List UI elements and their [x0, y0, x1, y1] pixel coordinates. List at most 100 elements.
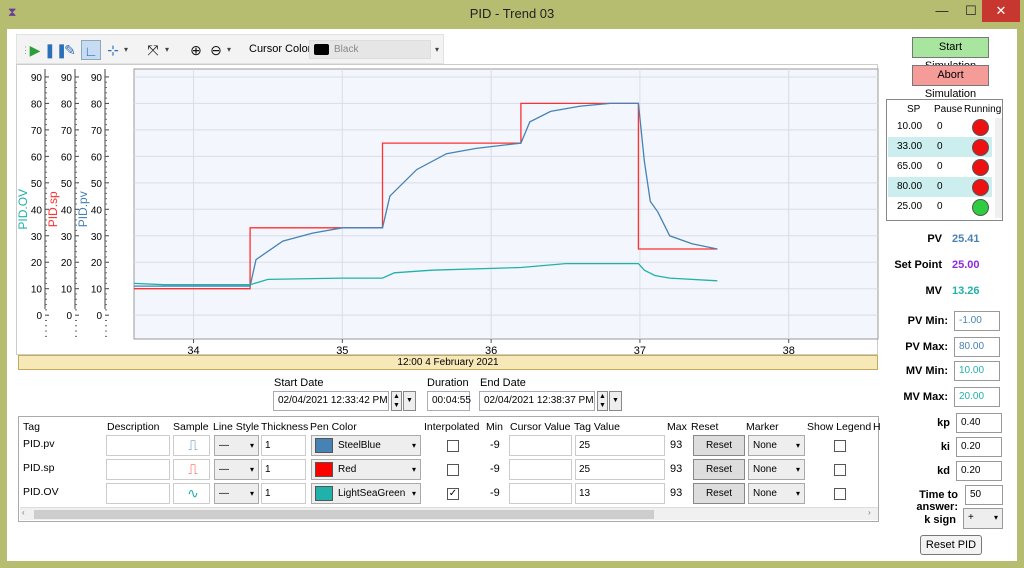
grid-horizontal-scrollbar[interactable]: ‹ › [20, 507, 878, 520]
zoom-dropdown-icon[interactable]: ▾ [225, 40, 233, 60]
sp-row[interactable]: 80.00 0 [888, 177, 992, 197]
description-cell[interactable] [106, 435, 170, 456]
thickness-input[interactable]: 1 [261, 435, 306, 456]
column-header[interactable]: Marker [746, 421, 779, 433]
description-cell[interactable] [106, 459, 170, 480]
start-date-spinner[interactable]: ▲ ▼ [391, 391, 402, 411]
column-header[interactable]: Pen Color [310, 421, 357, 433]
pen-color-select[interactable]: LightSeaGreen ▾ [311, 483, 421, 504]
crosshair-icon[interactable]: ⊹ [104, 40, 122, 60]
end-date-dropdown[interactable]: ▼ [609, 391, 622, 411]
kd-input[interactable]: 0.20 [956, 461, 1002, 481]
sp-row[interactable]: 25.00 0 [888, 197, 992, 217]
column-header[interactable]: Thickness [261, 421, 308, 433]
trend-chart[interactable]: 34 35 36 37 389080706050403020100PID.OV90807… [17, 65, 879, 356]
column-header[interactable]: Tag Value [574, 421, 620, 433]
column-header[interactable]: Interpolated [424, 421, 479, 433]
mv-max-input[interactable]: 20.00 [954, 387, 1000, 407]
sample-cell: ∿ [173, 483, 210, 504]
k-sign-value: + [968, 512, 974, 523]
interpolated-checkbox[interactable]: ✓ [447, 488, 459, 500]
scroll-right-icon[interactable]: › [868, 508, 871, 517]
line-style-select[interactable]: — ▾ [214, 459, 259, 480]
interpolated-checkbox[interactable] [447, 440, 459, 452]
reset-scale-button[interactable]: Reset Scale [693, 435, 745, 470]
y-axis-title: PID.OV [17, 189, 30, 230]
description-cell[interactable] [106, 483, 170, 504]
column-header[interactable]: Sample [173, 421, 209, 433]
end-date-spinner[interactable]: ▲ ▼ [597, 391, 608, 411]
pen-color-select[interactable]: Red ▾ [311, 459, 421, 480]
reset-scale-button[interactable]: Reset Scale [693, 459, 745, 494]
end-date-field[interactable]: 02/04/2021 12:38:37 PM [479, 391, 595, 411]
column-header[interactable]: Line Style [213, 421, 259, 433]
line-style-value: — [219, 464, 229, 475]
cursor-icon[interactable]: ∟ [81, 40, 101, 60]
zoom-in-icon[interactable]: ⊕ [187, 40, 205, 60]
y-tick-label: 90 [31, 73, 43, 84]
toolbar-overflow-icon[interactable]: ▾ [433, 40, 441, 60]
kp-input[interactable]: 0.40 [956, 413, 1002, 433]
thickness-input[interactable]: 1 [261, 483, 306, 504]
reset-scale-button[interactable]: Reset Scale [693, 483, 745, 518]
interpolated-checkbox[interactable] [447, 464, 459, 476]
time-to-answer-input[interactable]: 50 [965, 485, 1003, 505]
duration-field[interactable]: 00:04:55 [427, 391, 471, 411]
fit-dropdown-icon[interactable]: ▾ [163, 40, 171, 60]
pv-max-input[interactable]: 80.00 [954, 337, 1000, 357]
pv-min-input[interactable]: -1.00 [954, 311, 1000, 331]
show-legend-checkbox[interactable] [834, 488, 846, 500]
show-legend-checkbox[interactable] [834, 464, 846, 476]
column-header[interactable]: Description [107, 421, 160, 433]
column-header[interactable]: Cursor Value [510, 421, 571, 433]
y-tick-label: 30 [31, 232, 43, 243]
ki-input[interactable]: 0.20 [956, 437, 1002, 457]
scroll-thumb[interactable] [34, 510, 654, 519]
column-header[interactable]: H [873, 421, 881, 433]
column-header[interactable]: Tag [23, 421, 40, 433]
sp-table-scrollbar[interactable] [995, 118, 1002, 218]
pen-color-swatch [315, 462, 333, 477]
mv-min-input[interactable]: 10.00 [954, 361, 1000, 381]
pen-color-select[interactable]: SteelBlue ▾ [311, 435, 421, 456]
k-sign-select[interactable]: + ▾ [963, 508, 1003, 529]
sp-row[interactable]: 10.00 0 [888, 117, 992, 137]
start-simulation-button[interactable]: Start Simulation [912, 37, 989, 72]
line-style-select[interactable]: — ▾ [214, 435, 259, 456]
abort-simulation-button[interactable]: Abort Simulation [912, 65, 989, 100]
row-tag: PID.pv [23, 438, 55, 450]
y-tick-label: 40 [61, 205, 73, 216]
pen-color-name: Red [338, 464, 357, 475]
start-date-field[interactable]: 02/04/2021 12:33:42 PM [273, 391, 389, 411]
column-header[interactable]: Max [667, 421, 687, 433]
sp-row[interactable]: 33.00 0 [888, 137, 992, 157]
reset-pid-button[interactable]: Reset PID [920, 535, 982, 555]
fit-icon[interactable]: ⤧ [143, 40, 163, 60]
line-style-select[interactable]: — ▾ [214, 483, 259, 504]
marker-select[interactable]: None ▾ [748, 435, 805, 456]
close-button[interactable]: ✕ [982, 0, 1020, 22]
marker-select[interactable]: None ▾ [748, 483, 805, 504]
play-icon[interactable]: ▶ [27, 40, 43, 60]
minimize-button[interactable]: — [927, 0, 957, 22]
zoom-out-icon[interactable]: ⊖ [207, 40, 225, 60]
column-header[interactable]: Reset [691, 421, 718, 433]
pen-color-name: LightSeaGreen [338, 488, 406, 499]
plot-area[interactable] [133, 68, 879, 340]
pen-icon[interactable]: ✎ [62, 40, 78, 60]
show-legend-checkbox[interactable] [834, 440, 846, 452]
ki-label: ki [940, 441, 950, 453]
cursor-color-select[interactable]: Black [309, 40, 431, 59]
sp-row[interactable]: 65.00 0 [888, 157, 992, 177]
start-date-dropdown[interactable]: ▼ [403, 391, 416, 411]
thickness-input[interactable]: 1 [261, 459, 306, 480]
marker-select[interactable]: None ▾ [748, 459, 805, 480]
y-tick-label: 80 [31, 99, 43, 110]
column-header[interactable]: Min [486, 421, 503, 433]
dropdown-icon: ▾ [411, 465, 416, 474]
pause-icon[interactable]: ❚❚ [44, 40, 67, 60]
column-header[interactable]: Show Legend [807, 421, 871, 433]
pv-max-label: PV Max: [905, 341, 948, 353]
dropdown-icon[interactable]: ▾ [122, 40, 130, 60]
scroll-left-icon[interactable]: ‹ [22, 508, 25, 517]
